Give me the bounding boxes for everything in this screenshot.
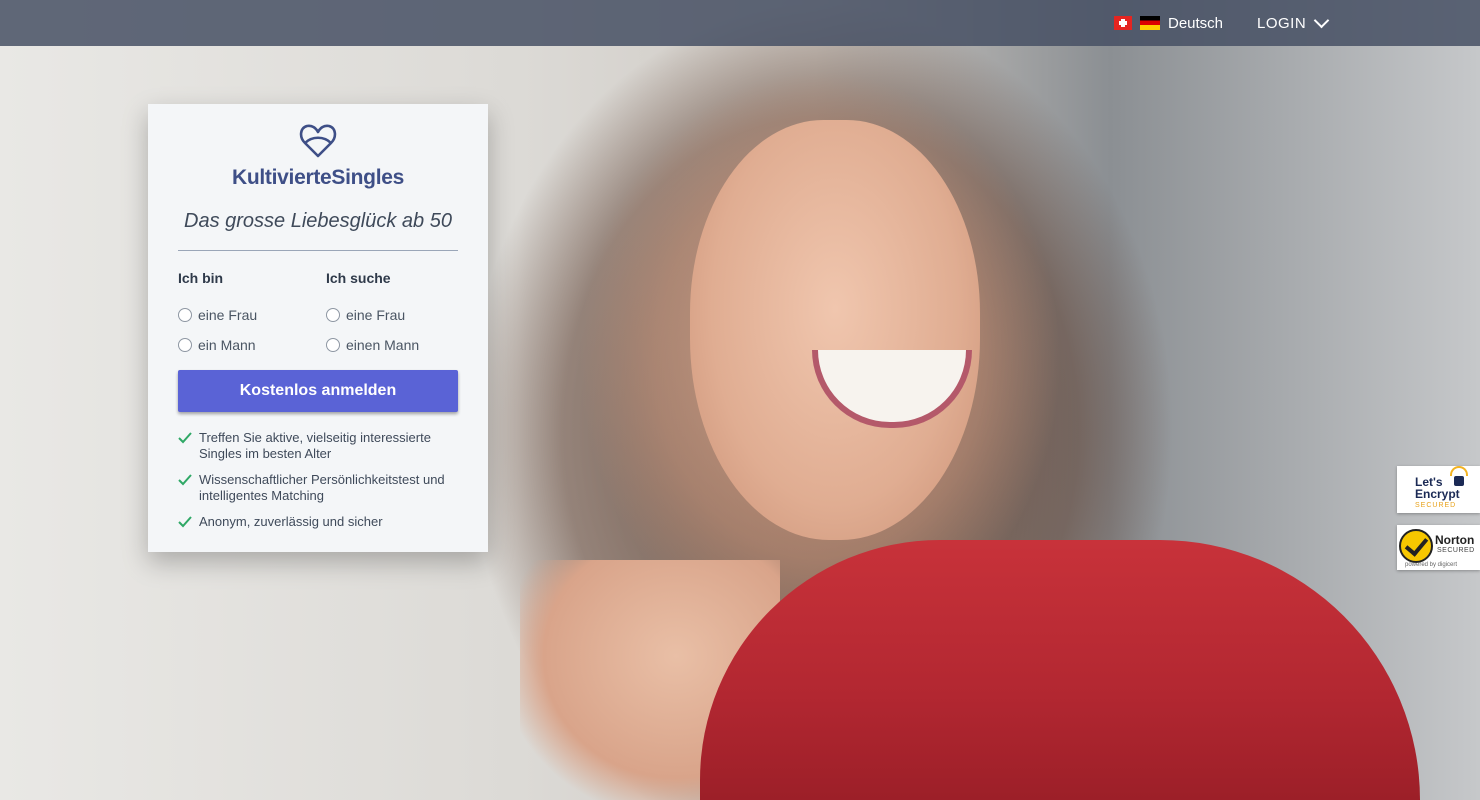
tagline: Das grosse Liebesglück ab 50 <box>184 210 452 232</box>
i-am-heading: Ich bin <box>178 270 224 286</box>
radio-button[interactable] <box>326 338 340 352</box>
german-flag-icon <box>1140 16 1160 30</box>
i-seek-group: Ich suche eine Frau einen Mann <box>326 270 419 360</box>
feature-text: Treffen Sie aktive, vielseitig interessi… <box>199 430 431 461</box>
i-seek-heading: Ich suche <box>326 270 391 286</box>
norton-title: Norton <box>1435 533 1475 547</box>
seek-woman-option[interactable]: eine Frau <box>326 300 419 330</box>
divider <box>178 250 458 251</box>
radio-button[interactable] <box>326 308 340 322</box>
swiss-flag-icon <box>1114 16 1132 30</box>
i-am-group: Ich bin eine Frau ein Mann <box>178 270 257 360</box>
sun-icon <box>1450 466 1468 476</box>
feature-text: Anonym, zuverlässig und sicher <box>199 514 383 529</box>
feature-list: Treffen Sie aktive, vielseitig interessi… <box>178 430 458 540</box>
check-icon <box>178 516 192 528</box>
norton-powered: powered by digicert <box>1405 562 1458 568</box>
option-label: eine Frau <box>198 307 258 323</box>
option-label: einen Mann <box>346 337 420 353</box>
letsencrypt-sub: SECURED <box>1415 502 1457 509</box>
signup-card: KultivierteSingles Das grosse Liebesglüc… <box>148 104 488 552</box>
login-label: LOGIN <box>1257 14 1307 32</box>
check-icon <box>178 474 192 486</box>
top-navigation-bar: Deutsch LOGIN <box>0 0 1480 46</box>
feature-item: Treffen Sie aktive, vielseitig interessi… <box>178 430 458 462</box>
radio-button[interactable] <box>178 308 192 322</box>
check-icon <box>178 432 192 444</box>
language-label: Deutsch <box>1168 14 1224 32</box>
feature-item: Anonym, zuverlässig und sicher <box>178 514 458 530</box>
feature-text: Wissenschaftlicher Persönlichkeitstest u… <box>199 472 445 503</box>
hero-face <box>690 120 980 540</box>
signup-button[interactable]: Kostenlos anmelden <box>178 370 458 412</box>
option-label: ein Mann <box>198 337 256 353</box>
language-selector[interactable]: Deutsch <box>1114 0 1223 46</box>
feature-item: Wissenschaftlicher Persönlichkeitstest u… <box>178 472 458 504</box>
chevron-down-icon <box>1313 12 1330 29</box>
i-am-woman-option[interactable]: eine Frau <box>178 300 257 330</box>
option-label: eine Frau <box>346 307 406 323</box>
brand-name: KultivierteSingles <box>232 166 404 189</box>
norton-sub: SECURED <box>1437 547 1475 554</box>
login-dropdown[interactable]: LOGIN <box>1257 0 1330 46</box>
letsencrypt-text: Let's Encrypt <box>1415 475 1460 501</box>
norton-check-icon <box>1399 529 1433 563</box>
i-am-man-option[interactable]: ein Mann <box>178 330 257 360</box>
infinity-heart-icon <box>299 124 337 158</box>
norton-badge[interactable]: Norton SECURED powered by digicert <box>1397 525 1480 570</box>
letsencrypt-badge[interactable]: Let's Encrypt SECURED <box>1397 466 1480 513</box>
hero-dress <box>700 540 1420 800</box>
seek-man-option[interactable]: einen Mann <box>326 330 419 360</box>
radio-button[interactable] <box>178 338 192 352</box>
